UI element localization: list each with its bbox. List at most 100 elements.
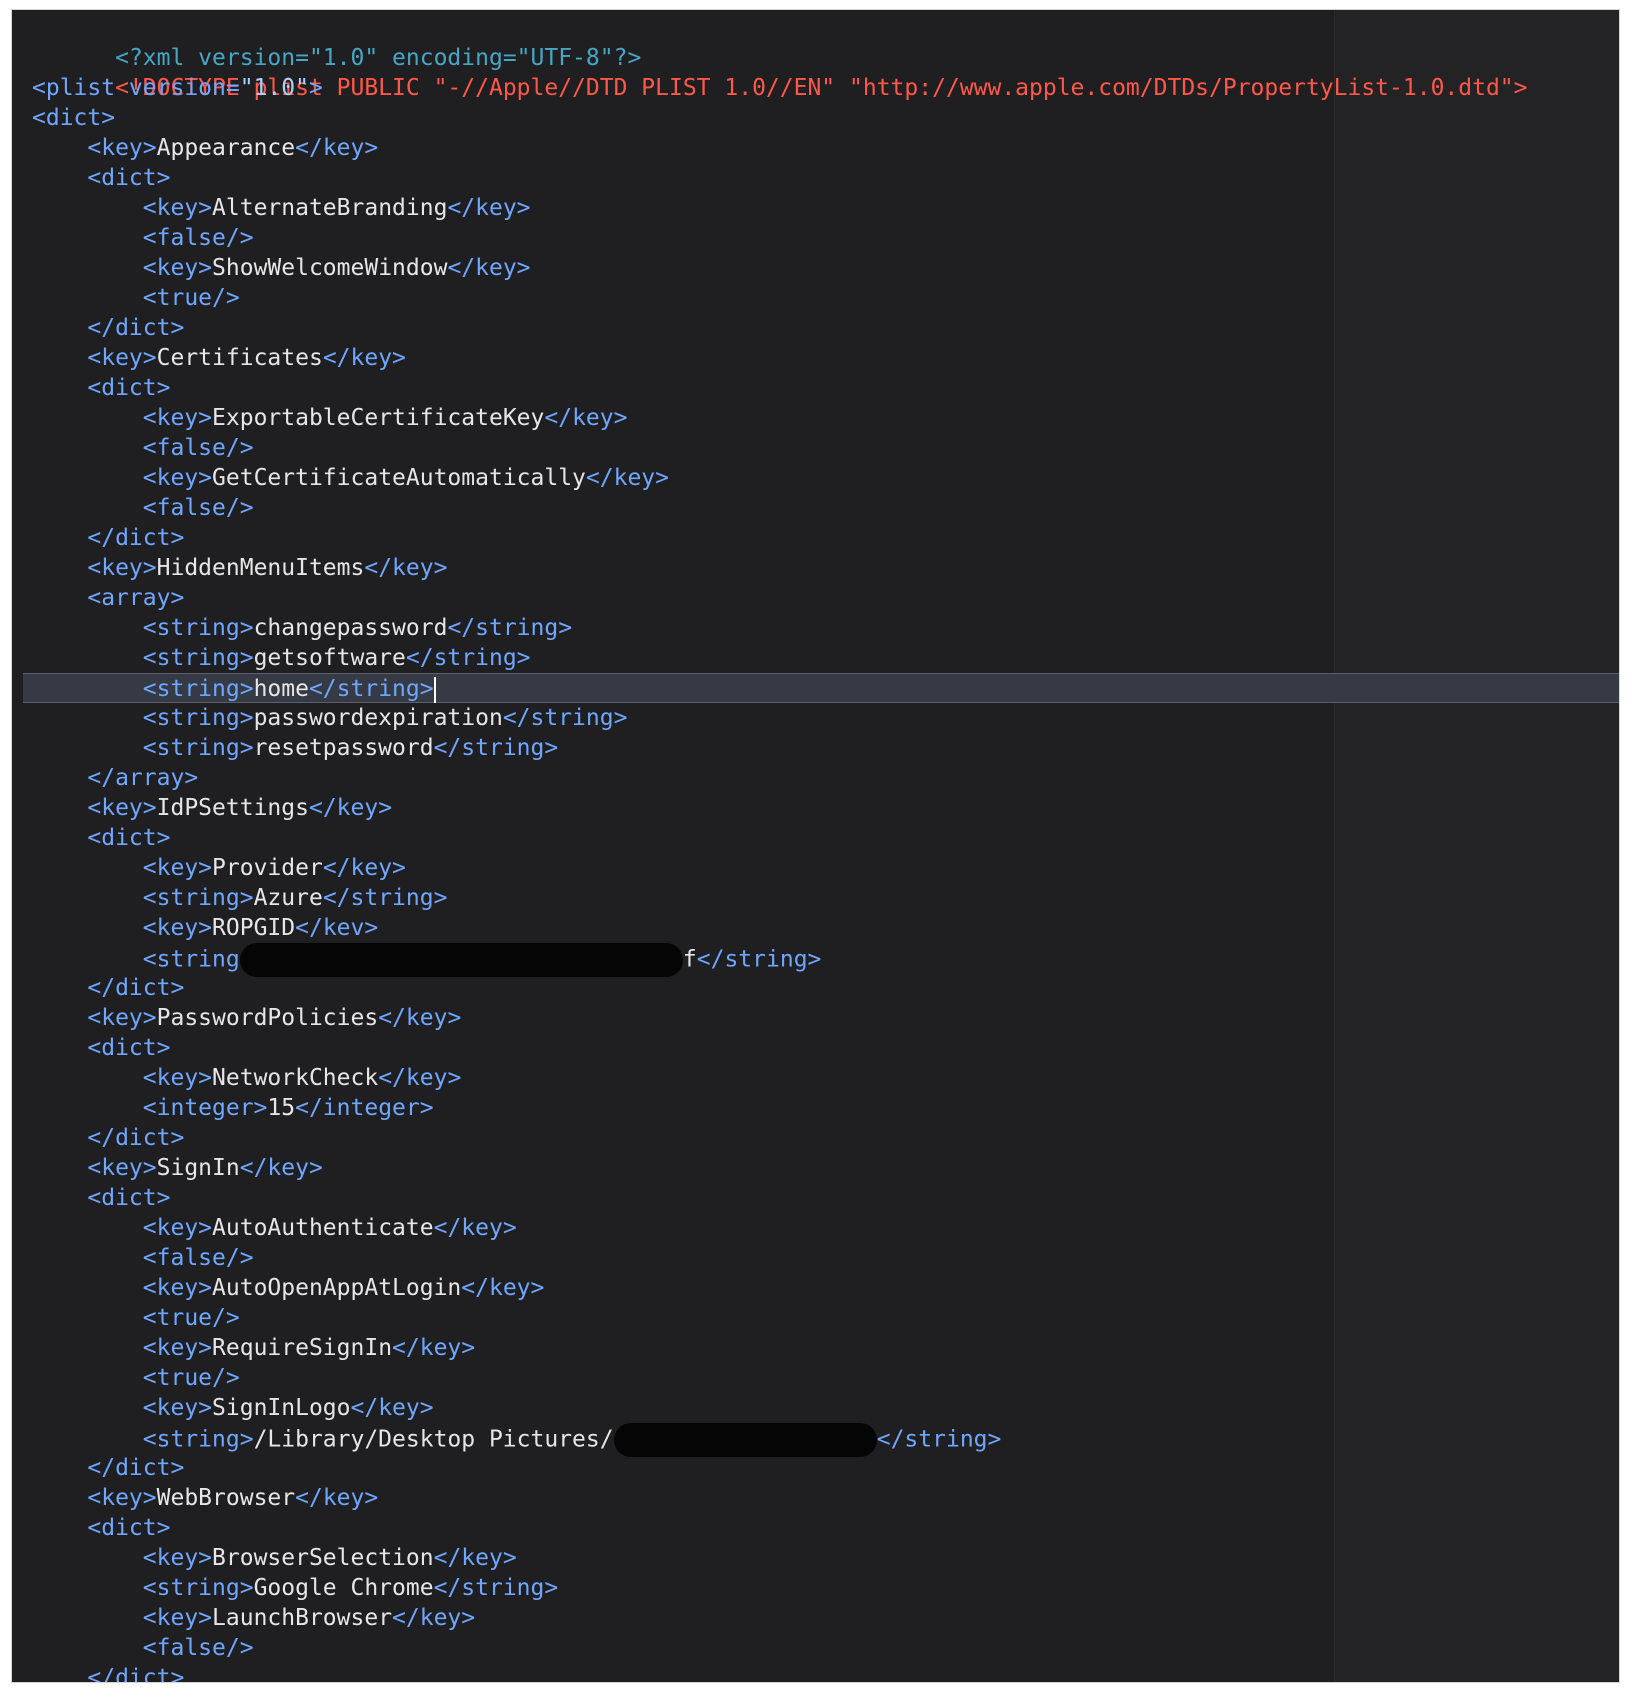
close-tag: </string> xyxy=(405,645,531,671)
open-tag: </dict> xyxy=(87,315,185,341)
open-tag: <string> xyxy=(142,645,254,671)
code-line: <key>WebBrowser</key> xyxy=(12,1483,1619,1513)
element-value: Azure xyxy=(253,885,323,911)
element-value: SignIn xyxy=(156,1155,240,1181)
code-line: <key>SignInLogo</key> xyxy=(12,1393,1619,1423)
close-tag: </integer> xyxy=(295,1095,434,1121)
element-value: 15 xyxy=(267,1095,296,1121)
element-value: HiddenMenuItems xyxy=(156,555,365,581)
close-tag: </key> xyxy=(544,405,628,431)
close-tag: </key> xyxy=(322,345,406,371)
code-line: <key>NetworkCheck</key> xyxy=(12,1063,1619,1093)
close-tag: </key> xyxy=(392,1605,476,1631)
open-tag: <key> xyxy=(142,1395,213,1421)
element-value: getsoftware xyxy=(253,645,406,671)
open-tag: <key> xyxy=(142,1335,213,1361)
close-tag: </key> xyxy=(350,1395,434,1421)
code-line: <key>ExportableCertificateKey</key> xyxy=(12,403,1619,433)
code-line: <dict> xyxy=(12,823,1619,853)
open-tag: <key> xyxy=(87,555,157,581)
element-value: Certificates xyxy=(156,345,323,371)
close-tag: </key> xyxy=(433,1545,517,1571)
close-tag: </string> xyxy=(433,1575,559,1601)
element-value: f xyxy=(682,946,697,973)
close-tag: </key> xyxy=(239,1155,323,1181)
redaction-mark xyxy=(613,1423,877,1457)
close-tag: </key> xyxy=(447,255,531,281)
code-line: <string>changepassword</string> xyxy=(12,613,1619,643)
code-line: <key>RequireSignIn</key> xyxy=(12,1333,1619,1363)
open-tag: </array> xyxy=(87,765,199,791)
open-tag: <string> xyxy=(142,885,254,911)
element-value: LaunchBrowser xyxy=(212,1605,393,1631)
code-line: <key>Certificates</key> xyxy=(12,343,1619,373)
open-tag: </dict> xyxy=(87,525,185,551)
close-tag: </string> xyxy=(696,946,822,973)
text-cursor xyxy=(433,676,436,703)
plist-open-tag-end: > xyxy=(308,75,323,101)
open-tag: <string> xyxy=(142,735,254,761)
close-tag: </key> xyxy=(364,555,448,581)
code-line: <string f</string> xyxy=(12,943,1619,977)
element-value: changepassword xyxy=(253,615,448,641)
open-tag: <true/> xyxy=(142,1365,240,1391)
code-line: </dict> xyxy=(12,523,1619,553)
open-tag: <array> xyxy=(87,585,185,611)
code-line: <string>getsoftware</string> xyxy=(12,643,1619,673)
element-value: ShowWelcomeWindow xyxy=(212,255,448,281)
code-line: <key>SignIn</key> xyxy=(12,1153,1619,1183)
code-line: <key>ROPGID</kev> xyxy=(12,913,1619,943)
xml-declaration-line: <?xml version="1.0" encoding="UTF-8"?> xyxy=(12,13,1619,71)
open-tag: <dict> xyxy=(87,1185,171,1211)
code-line: <false/> xyxy=(12,223,1619,253)
code-line: <dict> xyxy=(12,1033,1619,1063)
code-editor[interactable]: <?xml version="1.0" encoding="UTF-8"?> <… xyxy=(12,10,1619,1682)
code-line: <string>passwordexpiration</string> xyxy=(12,703,1619,733)
element-value: RequireSignIn xyxy=(212,1335,393,1361)
open-tag: <key> xyxy=(142,255,213,281)
code-line: <true/> xyxy=(12,283,1619,313)
open-tag: <key> xyxy=(142,1275,213,1301)
close-tag: </string> xyxy=(447,615,573,641)
close-tag: </key> xyxy=(378,1005,462,1031)
element-value: passwordexpiration xyxy=(253,705,503,731)
code-line: <dict> xyxy=(12,163,1619,193)
code-line: <key>Appearance</key> xyxy=(12,133,1619,163)
open-tag: <key> xyxy=(142,1605,213,1631)
code-line: <false/> xyxy=(12,1633,1619,1663)
code-line: <true/> xyxy=(12,1303,1619,1333)
code-line: <dict> xyxy=(12,103,1619,133)
code-line: <string>resetpassword</string> xyxy=(12,733,1619,763)
open-tag: <key> xyxy=(142,855,213,881)
open-tag: <integer> xyxy=(142,1095,268,1121)
open-tag: <key> xyxy=(142,1545,213,1571)
element-value: IdPSettings xyxy=(156,795,309,821)
open-tag: </dict> xyxy=(87,975,185,1001)
